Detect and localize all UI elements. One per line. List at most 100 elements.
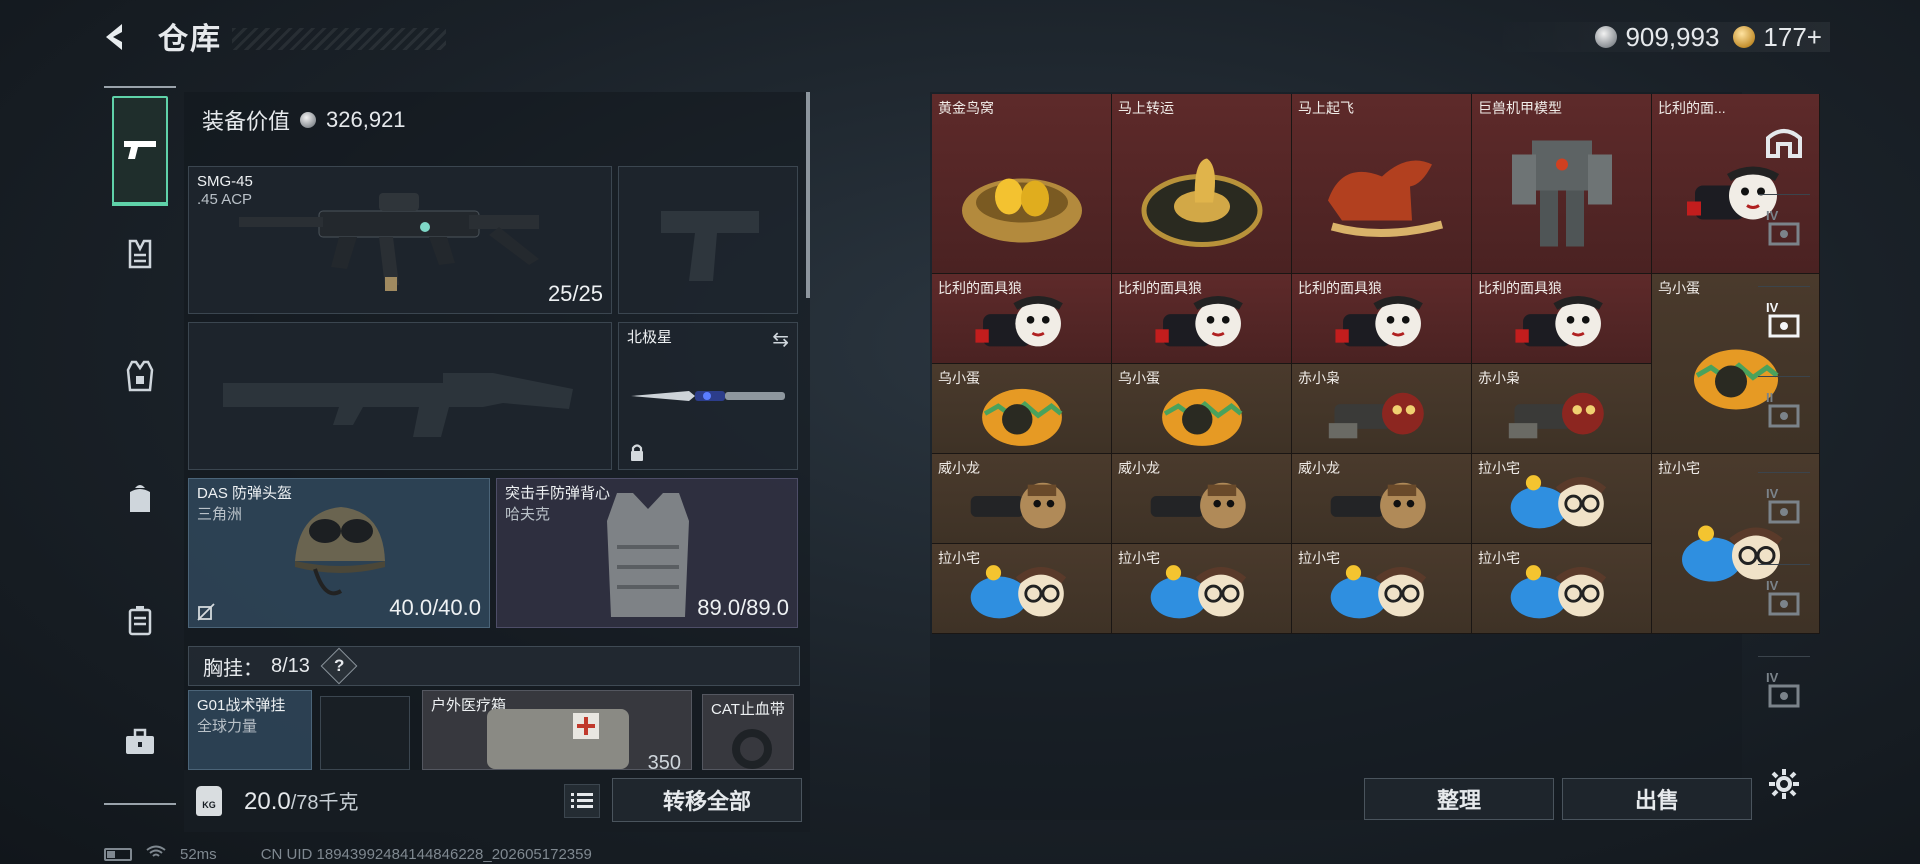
- toolbox-icon: [126, 728, 154, 754]
- sell-button[interactable]: 出售: [1562, 778, 1752, 820]
- mech-model-icon: [1502, 130, 1622, 265]
- storage-page-tab[interactable]: IV: [1762, 300, 1806, 344]
- medkit-slot[interactable]: 户外医疗箱 350: [422, 690, 692, 770]
- gold-currency[interactable]: 177+: [1733, 22, 1822, 53]
- weight-icon: KG: [196, 786, 222, 816]
- sidebar-divider: [1758, 376, 1810, 377]
- melee-slot[interactable]: 北极星 ⇆: [618, 322, 798, 470]
- storage-item[interactable]: 拉小宅: [1472, 544, 1652, 634]
- loadout-scrollbar[interactable]: [806, 92, 810, 298]
- helmet-slot[interactable]: DAS 防弹头盔 三角洲 40.0/40.0: [188, 478, 490, 628]
- storage-item[interactable]: 赤小枭: [1472, 364, 1652, 454]
- storage-item[interactable]: 比利的面具狼: [1292, 274, 1472, 364]
- ping-readout: 52ms: [180, 845, 217, 863]
- storage-page-level: IV: [1766, 208, 1779, 223]
- storage-item-label: 乌小蛋: [1658, 280, 1700, 296]
- loadout-footer: KG 20.0/78千克 转移全部: [184, 770, 810, 832]
- tab-weapons[interactable]: [112, 96, 168, 206]
- storage-item[interactable]: 马上起飞: [1292, 94, 1472, 274]
- secondary-weapon-slot[interactable]: [618, 166, 798, 314]
- storage-page-level: IV: [1766, 300, 1779, 315]
- page-title: 仓库: [158, 23, 222, 56]
- storage-item[interactable]: 拉小宅: [932, 544, 1112, 634]
- chest-rig-capacity: 8/13: [271, 654, 310, 677]
- storage-page-tab[interactable]: II: [1762, 390, 1806, 434]
- storage-item-label: 黄金鸟窝: [938, 100, 994, 116]
- storage-item[interactable]: 拉小宅: [1112, 544, 1292, 634]
- rig-empty-slot[interactable]: [320, 696, 410, 770]
- settings-button[interactable]: [1764, 764, 1804, 804]
- billy-doll-icon: [1509, 285, 1614, 363]
- rifle-silhouette-icon: [223, 373, 573, 437]
- tab-toolbox[interactable]: [112, 714, 168, 770]
- storage-item[interactable]: 赤小枭: [1292, 364, 1472, 454]
- currency-bar: 909,993 177+: [1490, 22, 1830, 52]
- wifi-icon: [146, 845, 166, 863]
- storage-item[interactable]: 威小龙: [1292, 454, 1472, 544]
- equipment-value: 装备价值 326,921: [202, 104, 406, 136]
- storage-page-tab[interactable]: IV: [1762, 208, 1806, 252]
- silver-currency[interactable]: 909,993: [1595, 22, 1719, 53]
- sidebar-divider: [1758, 472, 1810, 473]
- tourniquet-slot[interactable]: CAT止血带: [702, 694, 794, 770]
- dragon-doll-icon: [965, 465, 1079, 543]
- storage-item[interactable]: 比利的面具狼: [1472, 274, 1652, 364]
- storage-item[interactable]: 黄金鸟窝: [932, 94, 1112, 274]
- storage-page-tab[interactable]: IV: [1762, 486, 1806, 530]
- otaku-doll-icon: [1505, 555, 1619, 633]
- dragon-doll-icon: [1145, 465, 1259, 543]
- pistol-icon: [124, 141, 156, 159]
- chest-rig-label: 胸挂：: [203, 657, 263, 680]
- storage-item[interactable]: 威小龙: [932, 454, 1112, 544]
- rig-item-slot[interactable]: G01战术弹挂 全球力量: [188, 690, 312, 770]
- billy-doll-icon: [969, 285, 1074, 363]
- list-view-button[interactable]: [564, 784, 600, 818]
- storage-page-tab[interactable]: IV: [1762, 578, 1806, 622]
- egg-doll-icon: [969, 375, 1074, 453]
- armor-name: 突击手防弹背心: [505, 485, 611, 502]
- back-button[interactable]: [100, 20, 140, 60]
- knife-icon: [631, 391, 785, 401]
- transfer-all-button[interactable]: 转移全部: [612, 778, 802, 822]
- storage-home-tab[interactable]: [1762, 118, 1806, 162]
- storage-item[interactable]: 比利的面具狼: [932, 274, 1112, 364]
- storage-item[interactable]: 比利的面具狼: [1112, 274, 1292, 364]
- weight-current: 20.0: [244, 788, 291, 815]
- golden-nest-icon: [957, 140, 1087, 255]
- armor-faction: 哈夫克: [505, 506, 551, 523]
- tab-chest-rig[interactable]: [112, 226, 168, 282]
- broken-durability-icon: [197, 603, 215, 621]
- storage-item[interactable]: 威小龙: [1112, 454, 1292, 544]
- otaku-doll-icon: [1505, 465, 1619, 543]
- storage-item[interactable]: 马上转运: [1112, 94, 1292, 274]
- storage-page-sidebar: IV IV II IV IV IV: [1754, 94, 1814, 764]
- storage-item-label: 拉小宅: [1658, 460, 1700, 476]
- tab-case[interactable]: [112, 592, 168, 648]
- sort-button[interactable]: 整理: [1364, 778, 1554, 820]
- storage-item[interactable]: 乌小蛋: [932, 364, 1112, 454]
- silver-amount: 909,993: [1625, 21, 1720, 52]
- second-primary-slot[interactable]: [188, 322, 612, 470]
- storage-item[interactable]: 拉小宅: [1472, 454, 1652, 544]
- sidebar-divider: [1758, 194, 1810, 195]
- swap-icon[interactable]: ⇆: [772, 327, 789, 352]
- armor-slot[interactable]: 突击手防弹背心 哈夫克 89.0/89.0: [496, 478, 798, 628]
- storage-item[interactable]: 乌小蛋: [1112, 364, 1292, 454]
- storage-item-label: 巨兽机甲模型: [1478, 100, 1562, 116]
- storage-item[interactable]: 巨兽机甲模型: [1472, 94, 1652, 274]
- tab-armor[interactable]: [112, 348, 168, 404]
- storage-item-label: 马上起飞: [1298, 100, 1354, 116]
- fortune-wheel-icon: [1137, 140, 1267, 255]
- armor-vest-item-icon: [607, 493, 689, 617]
- storage-item-label: 比利的面...: [1658, 100, 1726, 116]
- help-icon[interactable]: ?: [320, 647, 358, 685]
- rig-item-sub: 全球力量: [197, 718, 258, 735]
- storage-item[interactable]: 拉小宅: [1292, 544, 1472, 634]
- silver-coin-icon: [1595, 26, 1618, 48]
- category-rail: [104, 86, 176, 806]
- tab-backpack[interactable]: [112, 470, 168, 526]
- primary-weapon-slot[interactable]: SMG-45 .45 ACP 25/25: [188, 166, 612, 314]
- chest-rig-header: 胸挂： 8/13 ?: [188, 646, 800, 686]
- gold-coin-icon: [1733, 26, 1756, 48]
- storage-page-tab[interactable]: IV: [1762, 670, 1806, 714]
